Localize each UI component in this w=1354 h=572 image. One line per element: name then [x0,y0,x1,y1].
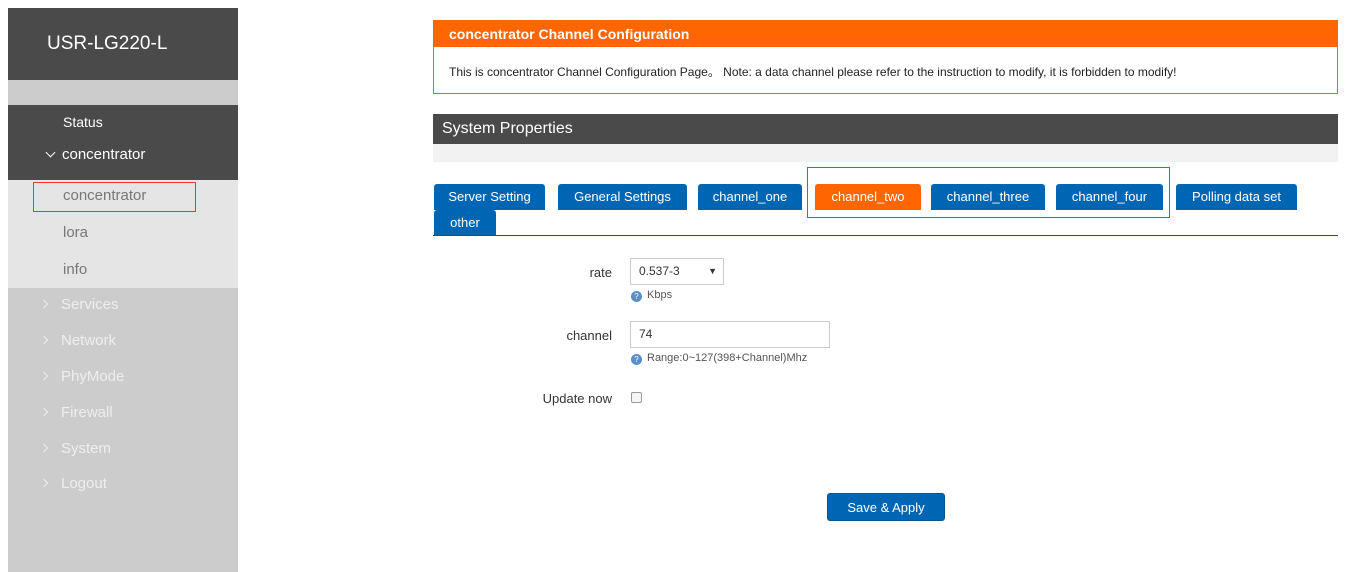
subnav-item-concentrator[interactable]: concentrator [63,187,146,204]
menu-item-label: PhyMode [61,368,125,385]
tab-general-settings[interactable]: General Settings [558,184,687,210]
channel-input[interactable]: 74 [630,321,830,348]
save-apply-button[interactable]: Save & Apply [827,493,945,521]
section-spacer [433,144,1338,162]
channel-help-text: Range:0~127(398+Channel)Mhz [647,352,808,364]
menu-item-services[interactable]: Services [39,296,119,313]
menu-item-system[interactable]: System [39,440,112,457]
menu-item-label: Logout [61,475,107,492]
menu-item-network[interactable]: Network [39,332,117,349]
menu-item-firewall[interactable]: Firewall [39,404,113,421]
tab-other[interactable]: other [434,210,496,236]
tab-channel-one[interactable]: channel_one [698,184,802,210]
chevron-right-icon [39,371,49,381]
subnav-item-lora[interactable]: lora [63,224,88,241]
tab-polling-data-set[interactable]: Polling data set [1176,184,1297,210]
tab-server-setting[interactable]: Server Setting [434,184,545,210]
chevron-right-icon [39,299,49,309]
menu-item-logout[interactable]: Logout [39,475,107,492]
page: USR-LG220-L Status concentrator concentr… [0,0,1354,572]
info-banner: concentrator Channel Configuration This … [433,20,1338,94]
menu-item-label: Firewall [61,404,113,421]
update-now-checkbox[interactable] [631,392,642,403]
chevron-right-icon [39,478,49,488]
sidebar: USR-LG220-L Status concentrator concentr… [8,8,238,572]
banner-title: concentrator Channel Configuration [434,21,1337,47]
nav-item-concentrator[interactable]: concentrator [45,146,146,163]
banner-text: This is concentrator Channel Configurati… [449,65,1177,79]
chevron-down-icon [45,147,56,158]
rate-help-text: Kbps [647,289,673,301]
menu-item-phymode[interactable]: PhyMode [39,368,125,385]
nav-group-active: Status concentrator [8,105,238,180]
brand-title: USR-LG220-L [8,8,238,80]
channel-help: ? Range:0~127(398+Channel)Mhz [631,352,807,365]
help-icon: ? [631,354,642,365]
rate-help: ? Kbps [631,289,672,302]
update-now-label: Update now [542,391,612,406]
section-title: System Properties [433,114,1338,144]
tab-underline [433,235,1338,236]
rate-label: rate [589,265,612,280]
rate-select-value: 0.537-3 [639,264,680,278]
caret-down-icon: ▼ [708,266,717,276]
menu-item-label: Services [61,296,119,313]
chevron-right-icon [39,443,49,453]
rate-select[interactable]: 0.537-3 ▼ [630,258,724,285]
menu-item-label: System [61,440,112,457]
chevron-right-icon [39,335,49,345]
help-icon: ? [631,291,642,302]
menu-item-label: Network [61,332,117,349]
nav-item-concentrator-label: concentrator [62,146,146,163]
subnav-item-info[interactable]: info [63,261,87,278]
tab-highlight-box [807,167,1170,218]
nav-item-status[interactable]: Status [63,114,103,130]
channel-label: channel [566,328,612,343]
chevron-right-icon [39,407,49,417]
subnav: concentrator lora info [8,180,238,288]
